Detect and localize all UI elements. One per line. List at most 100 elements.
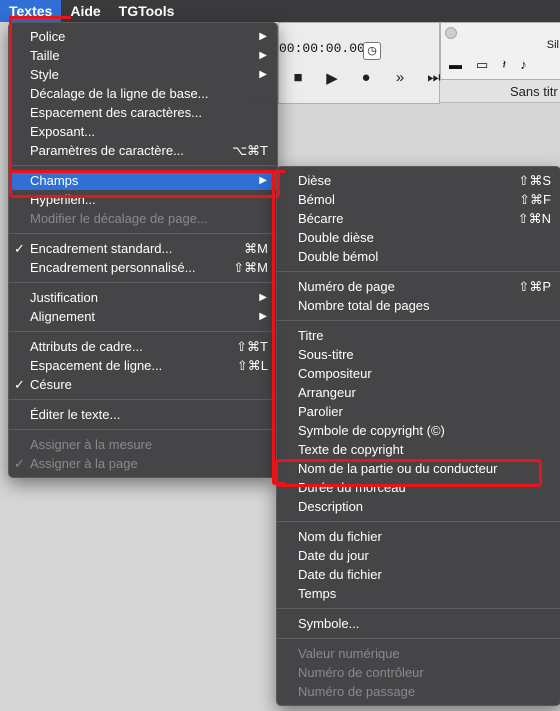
menu-item-nom-partie[interactable]: Nom de la partie ou du conducteur	[277, 459, 560, 478]
textes-menu: Police ▶ Taille ▶ Style ▶ Décalage de la li…	[8, 22, 278, 478]
checkmark-icon: ✓	[14, 377, 25, 392]
menu-item-arrangeur[interactable]: Arrangeur	[277, 383, 560, 402]
menu-item-label: Symbole...	[298, 616, 360, 631]
menu-item-espacement-caracteres[interactable]: Espacement des caractères...	[9, 103, 277, 122]
play-icon[interactable]: ▶	[321, 69, 343, 87]
palette-label: Sil	[546, 39, 559, 51]
shortcut-label: ⇧⌘T	[236, 339, 268, 354]
menu-item-nombre-pages[interactable]: Nombre total de pages	[277, 296, 560, 315]
menu-item-label: Arrangeur	[298, 385, 356, 400]
menu-item-label: Nombre total de pages	[298, 298, 430, 313]
menu-item-justification[interactable]: Justification ▶	[9, 288, 277, 307]
menu-item-label: Espacement des caractères...	[30, 105, 202, 120]
menu-item-temps[interactable]: Temps	[277, 584, 560, 603]
transport-buttons: ■ ▶ ● » ⏭	[287, 69, 445, 87]
menu-item-taille[interactable]: Taille ▶	[9, 46, 277, 65]
menu-item-nom-fichier[interactable]: Nom du fichier	[277, 527, 560, 546]
menu-item-label: Décalage de la ligne de base...	[30, 86, 209, 101]
menubar-tgtools[interactable]: TGTools	[110, 0, 184, 22]
clock-icon[interactable]: ◷	[363, 42, 381, 60]
menu-item-double-diese[interactable]: Double dièse	[277, 228, 560, 247]
menu-item-double-bemol[interactable]: Double bémol	[277, 247, 560, 266]
menu-item-label: Exposant...	[30, 124, 96, 139]
submenu-arrow-icon: ▶	[259, 311, 267, 322]
menu-item-numero-page[interactable]: Numéro de page ⇧⌘P	[277, 277, 560, 296]
menu-item-label: Alignement	[30, 309, 96, 324]
submenu-arrow-icon: ▶	[259, 175, 267, 186]
menu-item-style[interactable]: Style ▶	[9, 65, 277, 84]
menu-item-label: Compositeur	[298, 366, 372, 381]
menu-item-label: Césure	[30, 377, 72, 392]
menubar-textes[interactable]: Textes	[0, 0, 62, 22]
menu-item-label: Modifier le décalage de page...	[30, 211, 208, 226]
menu-item-texte-copyright[interactable]: Texte de copyright	[277, 440, 560, 459]
menu-item-description[interactable]: Description	[277, 497, 560, 516]
menu-item-symbole-copyright[interactable]: Symbole de copyright (©)	[277, 421, 560, 440]
menu-item-editer-texte[interactable]: Éditer le texte...	[9, 405, 277, 424]
shortcut-label: ⇧⌘F	[519, 192, 551, 207]
menu-item-label: Hyperlien...	[30, 192, 96, 207]
menu-item-compositeur[interactable]: Compositeur	[277, 364, 560, 383]
menu-item-label: Police	[30, 29, 66, 44]
menubar-aide[interactable]: Aide	[61, 0, 109, 22]
menu-item-titre[interactable]: Titre	[277, 326, 560, 345]
record-icon[interactable]: ●	[355, 69, 377, 87]
menu-item-label: Nom de la partie ou du conducteur	[298, 461, 498, 476]
close-window-icon[interactable]	[445, 27, 457, 39]
menu-item-label: Titre	[298, 328, 324, 343]
half-rest-icon[interactable]: ▭	[476, 57, 488, 73]
fast-forward-icon[interactable]: »	[389, 69, 411, 87]
whole-rest-icon[interactable]: ▬	[449, 57, 462, 73]
silence-palette: Sil ▬ ▭ 𝄽 ♪	[440, 22, 560, 80]
menu-item-label: Dièse	[298, 173, 332, 188]
shortcut-label: ⇧⌘L	[236, 358, 268, 373]
menu-item-label: Texte de copyright	[298, 442, 404, 457]
menu-separator	[9, 282, 277, 283]
menu-item-encadrement-standard[interactable]: ✓ Encadrement standard... ⌘M	[9, 239, 277, 258]
menu-item-parolier[interactable]: Parolier	[277, 402, 560, 421]
menu-separator	[9, 331, 277, 332]
menu-item-cesure[interactable]: ✓ Césure	[9, 375, 277, 394]
menu-item-label: Éditer le texte...	[30, 407, 121, 422]
shortcut-label: ⌥⌘T	[232, 143, 268, 158]
stop-icon[interactable]: ■	[287, 69, 309, 87]
menu-item-diese[interactable]: Dièse ⇧⌘S	[277, 171, 560, 190]
menu-item-sous-titre[interactable]: Sous-titre	[277, 345, 560, 364]
shortcut-label: ⇧⌘S	[518, 173, 551, 188]
menu-item-label: Date du fichier	[298, 567, 382, 582]
menu-item-label: Style	[30, 67, 59, 82]
document-title: Sans titr	[510, 84, 558, 99]
menu-item-bemol[interactable]: Bémol ⇧⌘F	[277, 190, 560, 209]
menu-item-date-fichier[interactable]: Date du fichier	[277, 565, 560, 584]
menu-item-label: Numéro de page	[298, 279, 395, 294]
menu-item-becarre[interactable]: Bécarre ⇧⌘N	[277, 209, 560, 228]
menu-item-champs[interactable]: Champs ▶	[9, 171, 277, 190]
eighth-rest-icon[interactable]: ♪	[520, 57, 527, 73]
menu-item-symbole[interactable]: Symbole...	[277, 614, 560, 633]
menu-separator	[9, 399, 277, 400]
shortcut-label: ⇧⌘M	[233, 260, 268, 275]
menu-item-parametres-caractere[interactable]: Paramètres de caractère... ⌥⌘T	[9, 141, 277, 160]
menu-item-label: Justification	[30, 290, 98, 305]
quarter-rest-icon[interactable]: 𝄽	[502, 57, 506, 73]
menu-item-attributs-cadre[interactable]: Attributs de cadre... ⇧⌘T	[9, 337, 277, 356]
menu-item-date-jour[interactable]: Date du jour	[277, 546, 560, 565]
menu-item-label: Description	[298, 499, 364, 514]
menu-separator	[277, 608, 560, 609]
menu-item-label: Sous-titre	[298, 347, 354, 362]
submenu-arrow-icon: ▶	[259, 69, 267, 80]
menu-separator	[277, 638, 560, 639]
menu-item-exposant[interactable]: Exposant...	[9, 122, 277, 141]
menu-item-label: Assigner à la page	[30, 456, 138, 471]
menu-item-hyperlien[interactable]: Hyperlien...	[9, 190, 277, 209]
menu-item-assigner-page: ✓ Assigner à la page	[9, 454, 277, 473]
playback-controls-window: 00:00:00.000 ◷ ■ ▶ ● » ⏭	[278, 22, 441, 104]
menu-item-encadrement-personnalise[interactable]: Encadrement personnalisé... ⇧⌘M	[9, 258, 277, 277]
menu-item-espacement-ligne[interactable]: Espacement de ligne... ⇧⌘L	[9, 356, 277, 375]
menu-item-duree-morceau[interactable]: Durée du morceau	[277, 478, 560, 497]
menu-separator	[9, 165, 277, 166]
menu-item-decalage-ligne-base[interactable]: Décalage de la ligne de base...	[9, 84, 277, 103]
menu-item-alignement[interactable]: Alignement ▶	[9, 307, 277, 326]
menu-item-assigner-mesure: Assigner à la mesure	[9, 435, 277, 454]
menu-item-police[interactable]: Police ▶	[9, 27, 277, 46]
